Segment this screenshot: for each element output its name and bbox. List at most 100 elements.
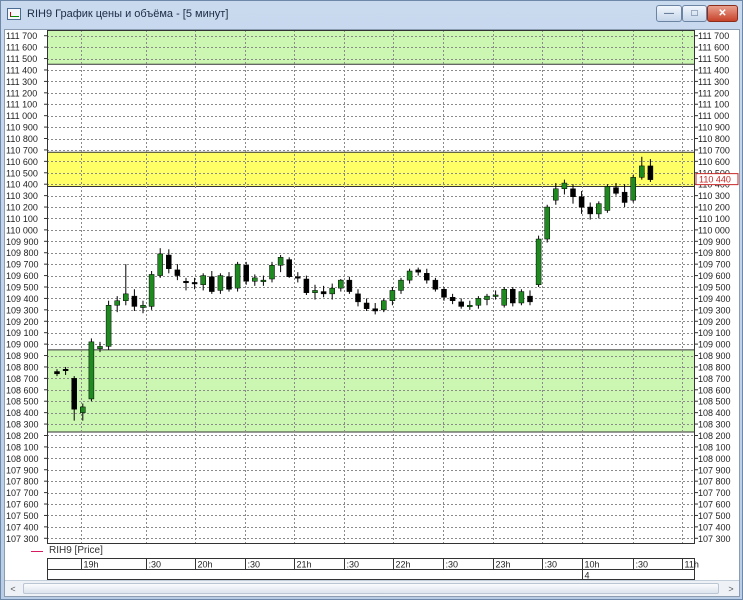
y-axis-label-left: 107 800 [6, 477, 39, 487]
candle-body-up [97, 346, 103, 349]
y-axis-label-left: 107 400 [6, 522, 39, 532]
y-axis-label-left: 110 800 [6, 134, 38, 144]
candle-body-down [449, 297, 456, 301]
price-chart[interactable]: 111 700 111 700111 600 111 600111 500 111 5… [5, 30, 739, 544]
candle-body-down [191, 282, 198, 285]
time-axis-label: :30 [347, 560, 360, 570]
candle-body-down [62, 368, 69, 371]
y-axis-label-left: 110 100 [6, 214, 38, 224]
y-axis-label-left: 108 400 [6, 408, 39, 418]
y-axis-label-left: 109 900 [6, 237, 39, 247]
candle-body-up [269, 265, 275, 280]
last-price-label: 110 440 [699, 175, 731, 185]
y-axis-label-left: 107 700 [6, 488, 39, 498]
candle-body-down [458, 301, 464, 307]
candle [286, 257, 292, 278]
candle-body-up [535, 238, 542, 285]
time-axis-label: :30 [545, 560, 558, 570]
candle-body-up [475, 298, 482, 306]
y-axis-label-left: 107 500 [6, 511, 39, 521]
candle [535, 235, 542, 287]
y-axis-label-right: 108 200 [698, 431, 731, 441]
zone-yellow [47, 152, 695, 187]
candle-body-down [183, 281, 189, 284]
scroll-right-arrow-icon[interactable]: > [723, 582, 739, 596]
time-axis-label: 22h [396, 560, 411, 570]
y-axis-label-left: 111 000 [6, 111, 37, 121]
y-axis-label-left: 108 700 [6, 374, 39, 384]
y-axis-label-left: 108 600 [6, 385, 39, 395]
candle-body-up [252, 277, 258, 282]
candle-body-up [398, 279, 404, 291]
time-axis-label: :30 [636, 560, 649, 570]
scroll-left-arrow-icon[interactable]: < [5, 582, 21, 596]
y-axis-label-left: 109 200 [6, 317, 39, 327]
chart-window: RIH9 График цены и объёма - [5 минут] — … [0, 0, 743, 600]
y-axis-label-right: 111 100 [698, 100, 729, 110]
y-axis-label-left: 109 100 [6, 328, 39, 338]
window-title: RIH9 График цены и объёма - [5 минут] [27, 8, 229, 20]
candle-body-up [114, 300, 120, 306]
y-axis-label-right: 108 600 [698, 385, 731, 395]
candle-body-up [217, 275, 224, 291]
candle-body-down [510, 289, 516, 304]
y-axis-label-right: 110 100 [698, 214, 730, 224]
candle-body-down [346, 279, 353, 292]
candle [432, 277, 439, 292]
candle-body-down [432, 279, 439, 290]
scroll-thumb[interactable] [23, 583, 719, 594]
candle-body-up [157, 253, 163, 276]
candle [105, 300, 112, 350]
candle-body-down [286, 259, 292, 277]
time-axis[interactable]: 19h:30 20h:30 21h:30 22h:30 23h:30 10h:30 11h 4 [5, 558, 739, 580]
chart-client-area: 111 700 111 700 111 600 111 600 111 500 111 5… [4, 29, 740, 597]
y-axis-label-right: 107 400 [698, 522, 731, 532]
time-axis-label: 11h [685, 560, 699, 570]
candle-body-up [148, 274, 155, 307]
candle-body-down [226, 276, 232, 290]
candle-body-down [441, 289, 447, 298]
legend-series-label[interactable]: RIH9 [Price] [49, 545, 103, 556]
y-axis-label-right: 111 000 [698, 111, 729, 121]
candle-body-down [363, 302, 370, 309]
horizontal-scrollbar[interactable]: < > [5, 580, 739, 596]
y-axis-label-left: 108 000 [6, 454, 39, 464]
legend-color-swatch [31, 551, 43, 552]
candle-body-down [295, 276, 301, 279]
candle-body-up [123, 293, 129, 301]
y-axis-label-right: 110 900 [698, 123, 730, 133]
y-axis-label-right: 111 600 [698, 43, 729, 53]
candle [234, 261, 241, 292]
minimize-button[interactable]: — [656, 5, 682, 22]
y-axis-label-left: 111 400 [6, 65, 37, 75]
y-axis-label-right: 111 500 [698, 54, 729, 64]
y-axis-label-right: 111 200 [698, 88, 729, 98]
candle-body-up [80, 406, 86, 413]
y-axis-label-right: 108 400 [698, 408, 731, 418]
y-axis-label-left: 109 000 [6, 340, 39, 350]
candle-body-up [234, 263, 241, 289]
title-bar[interactable]: RIH9 График цены и объёма - [5 минут] — … [1, 1, 742, 29]
y-axis-label-left: 110 000 [6, 225, 38, 235]
y-axis-label-left: 110 200 [6, 203, 38, 213]
close-button[interactable]: ✕ [707, 5, 738, 22]
candle-body-down [209, 276, 215, 292]
time-axis-label: 19h [84, 560, 99, 570]
candle-body-up [518, 291, 525, 304]
candle-body-down [570, 188, 576, 198]
candle-body-up [140, 305, 146, 308]
candle-body-up [389, 290, 396, 301]
maximize-button[interactable]: □ [682, 5, 707, 22]
day-label: 4 [585, 571, 590, 581]
candle-body-down [578, 196, 585, 208]
y-axis-label-right: 107 900 [698, 465, 731, 475]
y-axis-label-right: 109 500 [698, 283, 731, 293]
y-axis-label-left: 110 600 [6, 157, 38, 167]
time-axis-label: 10h [585, 560, 600, 570]
candle [381, 298, 387, 313]
candle-body-down [372, 308, 378, 312]
y-axis-label-right: 111 700 [698, 31, 729, 41]
y-axis-label-right: 108 000 [698, 454, 731, 464]
y-axis-label-left: 109 800 [6, 248, 39, 258]
y-axis-label-left: 111 200 [6, 88, 37, 98]
